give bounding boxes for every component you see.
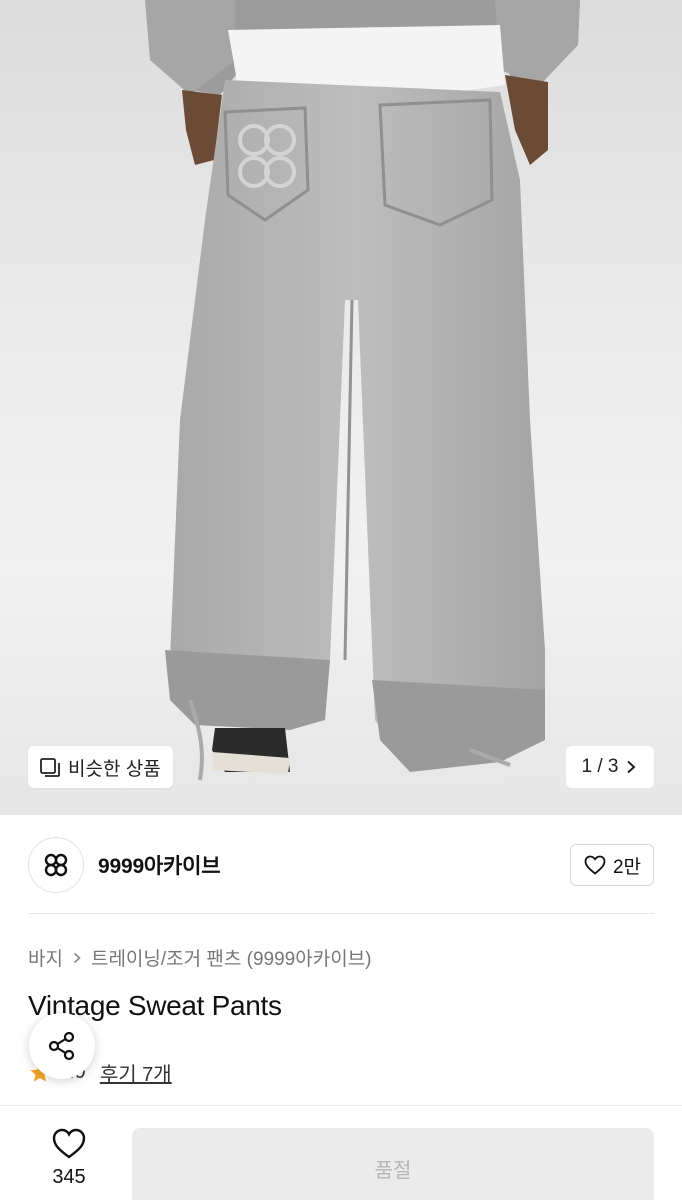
divider (28, 913, 654, 914)
heart-outline-icon (584, 855, 606, 875)
breadcrumb-subcategory[interactable]: 트레이닝/조거 팬츠 (9999아카이브) (91, 944, 372, 971)
review-link[interactable]: 후기 7개 (100, 1058, 172, 1087)
brand-like-button[interactable]: 2만 (569, 844, 654, 886)
share-icon (48, 1031, 75, 1061)
chevron-right-icon (73, 952, 81, 963)
similar-items-label: 비슷한 상품 (68, 758, 161, 780)
share-button[interactable] (29, 1013, 95, 1079)
brand-name[interactable]: 9999아카이브 (98, 850, 221, 880)
pager-text: 1 / 3 (581, 756, 619, 777)
brand-logo[interactable] (28, 837, 84, 893)
product-photo (145, 0, 580, 781)
brand-logo-icon (44, 853, 68, 877)
purchase-button-soldout[interactable]: 품절 (132, 1128, 654, 1200)
breadcrumb-category[interactable]: 바지 (28, 944, 63, 971)
breadcrumb: 바지 트레이닝/조거 팬츠 (9999아카이브) (28, 944, 372, 971)
bottom-action-bar: 345 품절 (0, 1105, 682, 1200)
similar-items-button[interactable]: 비슷한 상품 (28, 746, 173, 788)
wishlist-button[interactable]: 345 (34, 1126, 104, 1189)
brand-row[interactable]: 9999아카이브 2만 (28, 836, 654, 894)
wishlist-count: 345 (52, 1166, 86, 1188)
image-pager[interactable]: 1 / 3 (566, 746, 654, 788)
similar-items-icon (40, 758, 60, 777)
chevron-right-icon (627, 760, 636, 774)
product-image-carousel[interactable]: 비슷한 상품 1 / 3 (0, 0, 682, 815)
heart-outline-icon (52, 1128, 86, 1159)
brand-like-count: 2만 (612, 856, 641, 878)
